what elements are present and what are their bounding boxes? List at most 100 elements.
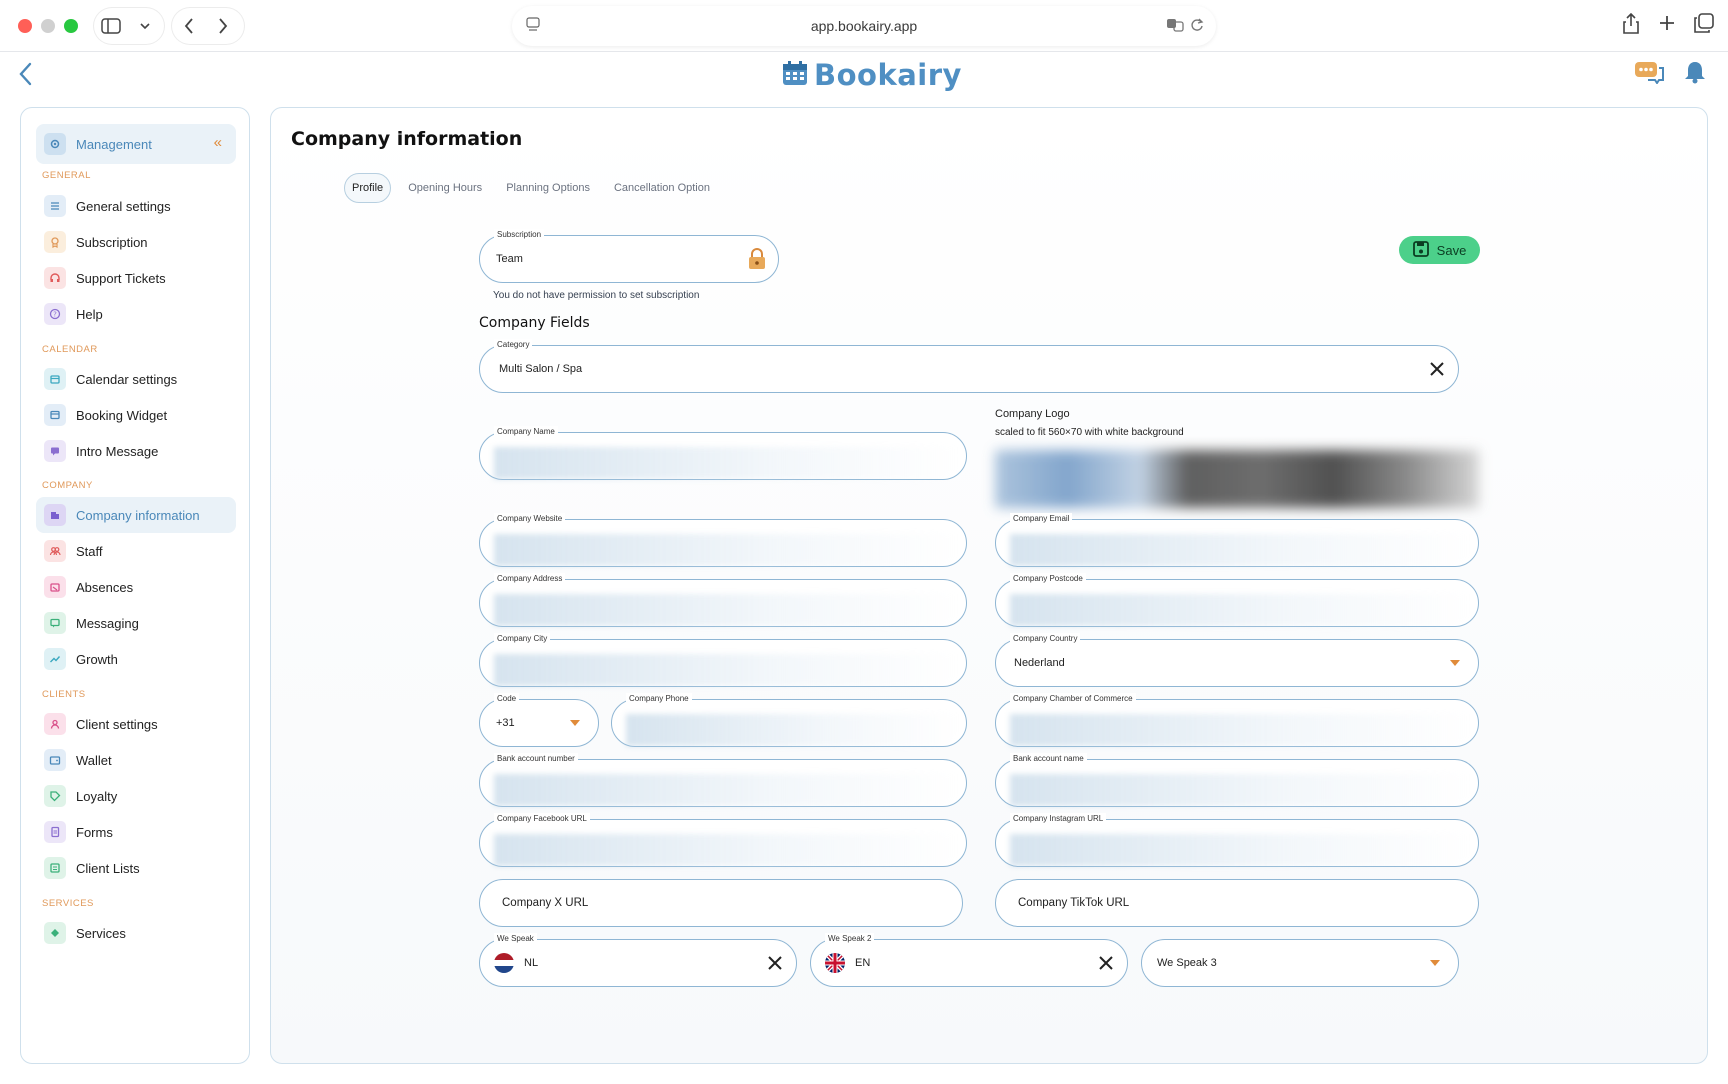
sidebar-item-label: Services: [76, 925, 126, 941]
minimize-window-button[interactable]: [41, 19, 55, 33]
company-logo-title: Company Logo: [995, 408, 1070, 420]
bank-account-number-field[interactable]: Bank account number: [479, 753, 967, 807]
redacted-value: [494, 654, 958, 686]
sidebar-item-general-settings[interactable]: General settings: [36, 188, 236, 224]
sidebar-item-company-information[interactable]: Company information: [36, 497, 236, 533]
collapse-sidebar-icon[interactable]: «: [214, 134, 222, 151]
category-select[interactable]: Category Multi Salon / Spa: [479, 339, 1459, 393]
we-speak-2-select[interactable]: We Speak 2 EN: [810, 933, 1128, 987]
lock-icon: [748, 248, 766, 275]
company-phone-field[interactable]: Company Phone: [611, 693, 967, 747]
subscription-field[interactable]: Subscription Team: [479, 229, 779, 283]
tab-cancellation-option[interactable]: Cancellation Option: [607, 174, 717, 202]
company-postcode-field[interactable]: Company Postcode: [995, 573, 1479, 627]
tab-opening-hours[interactable]: Opening Hours: [401, 174, 489, 202]
subscription-value: Team: [496, 253, 523, 265]
sidebar-item-label: Support Tickets: [76, 270, 166, 286]
phone-code-value: +31: [496, 717, 515, 729]
sidebar-item-growth[interactable]: Growth: [36, 641, 236, 677]
company-logo-image[interactable]: [995, 450, 1479, 508]
section-services-label: SERVICES: [42, 898, 94, 909]
company-tiktok-url-field[interactable]: Company TikTok URL: [995, 879, 1479, 927]
chevron-down-icon[interactable]: [1430, 960, 1440, 966]
calendar-off-icon: [44, 576, 66, 598]
headset-icon: [44, 267, 66, 289]
browser-forward-button[interactable]: [206, 9, 240, 43]
browser-back-button[interactable]: [172, 9, 206, 43]
company-facebook-field[interactable]: Company Facebook URL: [479, 813, 967, 867]
company-chamber-label: Company Chamber of Commerce: [1010, 693, 1136, 705]
phone-code-select[interactable]: Code +31: [479, 693, 599, 747]
page-icon: [526, 17, 540, 36]
sidebar-item-messaging[interactable]: Messaging: [36, 605, 236, 641]
sidebar-item-label: Messaging: [76, 615, 139, 631]
widget-icon: [44, 404, 66, 426]
sidebar-item-services[interactable]: Services: [36, 915, 236, 951]
company-instagram-field[interactable]: Company Instagram URL: [995, 813, 1479, 867]
sidebar-item-intro-message[interactable]: Intro Message: [36, 433, 236, 469]
share-icon[interactable]: [1622, 12, 1640, 40]
bell-icon[interactable]: [1684, 60, 1706, 89]
company-address-field[interactable]: Company Address: [479, 573, 967, 627]
redacted-value: [1010, 534, 1470, 566]
help-icon: ?: [44, 303, 66, 325]
sidebar-toggle-button[interactable]: [94, 9, 128, 43]
save-button[interactable]: Save: [1399, 236, 1480, 264]
clear-language-2-icon[interactable]: [1097, 954, 1115, 972]
app-back-button[interactable]: [18, 62, 40, 88]
chevron-down-icon[interactable]: [570, 720, 580, 726]
badge-icon: [44, 231, 66, 253]
list-icon: [44, 857, 66, 879]
sidebar-item-help[interactable]: ? Help: [36, 296, 236, 332]
company-phone-label: Company Phone: [626, 693, 692, 705]
redacted-value: [1010, 594, 1470, 626]
sidebar-item-wallet[interactable]: Wallet: [36, 742, 236, 778]
company-country-select[interactable]: Company Country Nederland: [995, 633, 1479, 687]
clear-language-icon[interactable]: [766, 954, 784, 972]
brand-name: Bookairy: [814, 58, 962, 92]
maximize-window-button[interactable]: [64, 19, 78, 33]
sidebar-item-calendar-settings[interactable]: Calendar settings: [36, 361, 236, 397]
bank-account-name-field[interactable]: Bank account name: [995, 753, 1479, 807]
chevron-down-icon[interactable]: [128, 9, 162, 43]
tab-profile[interactable]: Profile: [344, 173, 392, 203]
clear-category-icon[interactable]: [1428, 360, 1446, 378]
new-tab-icon[interactable]: [1658, 13, 1676, 40]
sidebar-item-loyalty[interactable]: Loyalty: [36, 778, 236, 814]
sidebar-item-support-tickets[interactable]: Support Tickets: [36, 260, 236, 296]
company-city-field[interactable]: Company City: [479, 633, 967, 687]
we-speak-3-select[interactable]: We Speak 3: [1141, 939, 1459, 987]
company-fields-heading: Company Fields: [479, 315, 590, 331]
trend-up-icon: [44, 648, 66, 670]
sidebar-item-absences[interactable]: Absences: [36, 569, 236, 605]
sidebar-item-client-lists[interactable]: Client Lists: [36, 850, 236, 886]
sidebar-item-forms[interactable]: Forms: [36, 814, 236, 850]
sidebar-item-subscription[interactable]: Subscription: [36, 224, 236, 260]
svg-text:?: ?: [53, 311, 57, 319]
close-window-button[interactable]: [18, 19, 32, 33]
bank-account-number-label: Bank account number: [494, 753, 578, 765]
sidebar-item-client-settings[interactable]: Client settings: [36, 706, 236, 742]
sidebar-item-label: Wallet: [76, 752, 112, 768]
company-facebook-label: Company Facebook URL: [494, 813, 590, 825]
tab-overview-icon[interactable]: [1694, 13, 1714, 40]
sidebar-item-staff[interactable]: Staff: [36, 533, 236, 569]
document-icon: [44, 821, 66, 843]
address-bar[interactable]: app.bookairy.app: [512, 6, 1216, 46]
translate-icon[interactable]: [1166, 17, 1184, 36]
company-email-field[interactable]: Company Email: [995, 513, 1479, 567]
chevron-down-icon[interactable]: [1450, 660, 1460, 666]
chat-icon[interactable]: [1634, 60, 1664, 89]
company-information-panel: Company information Profile Opening Hour…: [270, 107, 1708, 1064]
company-chamber-field[interactable]: Company Chamber of Commerce: [995, 693, 1479, 747]
company-x-url-placeholder: Company X URL: [502, 897, 589, 909]
we-speak-select[interactable]: We Speak NL: [479, 933, 797, 987]
sidebar-item-booking-widget[interactable]: Booking Widget: [36, 397, 236, 433]
company-website-field[interactable]: Company Website: [479, 513, 967, 567]
company-name-field[interactable]: Company Name: [479, 426, 967, 480]
reload-icon[interactable]: [1190, 17, 1204, 36]
management-header[interactable]: Management «: [36, 124, 236, 164]
tab-planning-options[interactable]: Planning Options: [499, 174, 597, 202]
section-calendar-label: CALENDAR: [42, 344, 98, 355]
company-x-url-field[interactable]: Company X URL: [479, 879, 963, 927]
